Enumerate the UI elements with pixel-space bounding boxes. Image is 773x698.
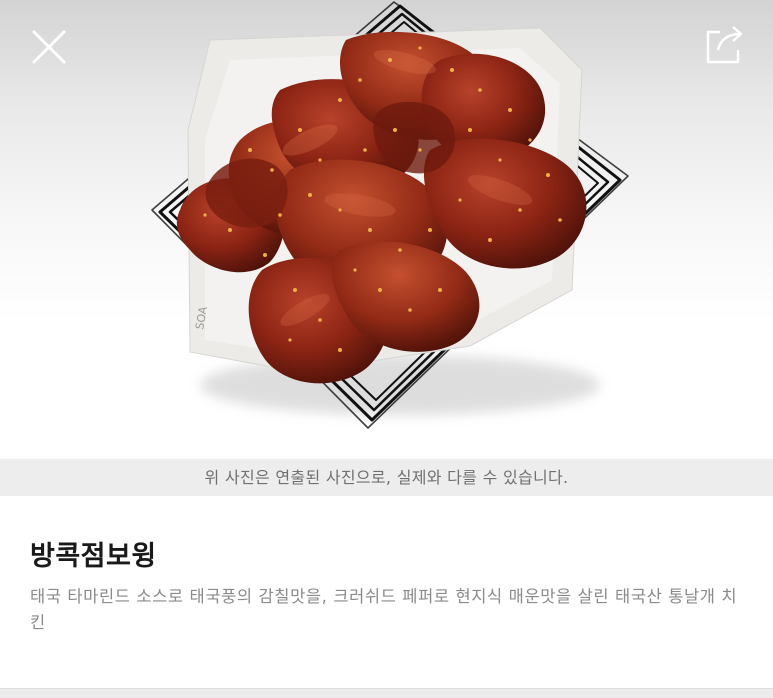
product-photo: SOA ZPEJ: [151, 1, 629, 429]
share-icon: [706, 26, 743, 64]
product-image-area: SOA ZPEJ: [0, 0, 773, 459]
photo-disclaimer: 위 사진은 연출된 사진으로, 실제와 다를 수 있습니다.: [0, 459, 773, 496]
product-description: 태국 타마린드 소스로 태국풍의 감칠맛을, 크러쉬드 페퍼로 현지식 매운맛을…: [30, 587, 738, 632]
product-info: 방콕점보윙 태국 타마린드 소스로 태국풍의 감칠맛을, 크러쉬드 페퍼로 현지…: [0, 496, 773, 688]
section-divider: [0, 688, 773, 698]
share-button[interactable]: [700, 22, 748, 68]
close-button[interactable]: [26, 24, 72, 70]
product-detail-page: SOA ZPEJ: [0, 0, 773, 698]
product-name: 방콕점보윙: [30, 541, 157, 572]
close-icon: [32, 30, 66, 64]
